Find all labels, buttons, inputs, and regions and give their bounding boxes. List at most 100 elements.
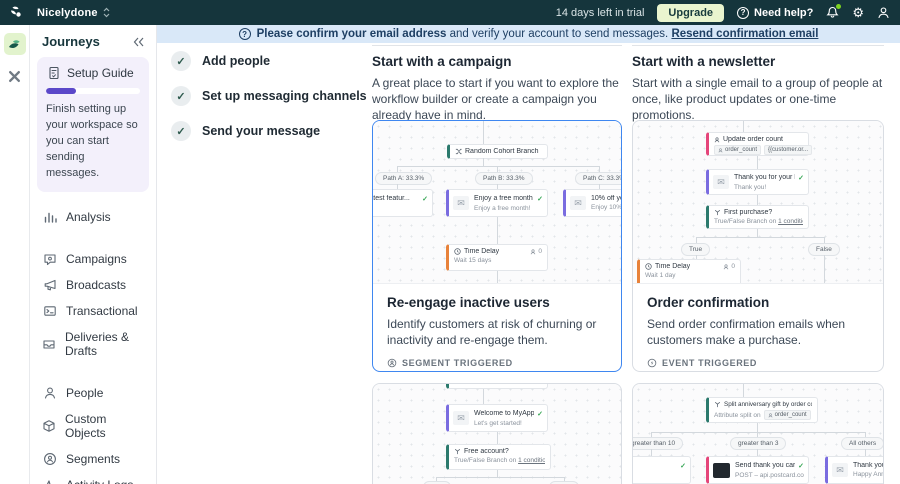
- workflow-preview: Split anniversary gift by order count At…: [633, 384, 883, 484]
- trial-countdown: 14 days left in trial: [555, 6, 645, 19]
- sidebar-item-broadcasts[interactable]: Broadcasts: [30, 272, 156, 298]
- checklist-item-add-people[interactable]: ✓ Add people: [171, 51, 367, 71]
- node-subtitle: Wait 15 days: [454, 257, 492, 264]
- event-trigger-icon: [647, 358, 657, 368]
- node-subtitle: t's new!: [373, 205, 428, 212]
- column-description: Start with a single email to a group of …: [632, 76, 883, 123]
- attribute-name: order_count: [725, 147, 758, 153]
- sidebar-item-label: Custom Objects: [65, 411, 107, 440]
- email-icon: ✉: [453, 196, 469, 210]
- workspace-caret-icon: [103, 7, 110, 18]
- confirm-email-banner: ? Please confirm your email address and …: [157, 25, 900, 43]
- setup-guide-card[interactable]: Setup Guide Finish setting up your works…: [37, 57, 149, 192]
- sidebar-title: Journeys: [42, 34, 100, 49]
- help-icon: ?: [737, 6, 750, 19]
- node-subtitle: Let's get started!: [474, 419, 522, 427]
- sent-check-icon: ✓: [680, 462, 686, 470]
- branch-icon: [714, 401, 721, 408]
- branch-icon: [454, 448, 461, 455]
- check-icon: ✓: [171, 86, 191, 106]
- sidebar-item-deliveries-drafts[interactable]: Deliveries & Drafts: [30, 324, 156, 364]
- split-pill: All others: [841, 437, 883, 450]
- main-content: ? Please confirm your email address and …: [157, 25, 900, 484]
- sidebar-nav: Analysis Campaigns Broadcasts Transactio…: [30, 202, 156, 484]
- branch-condition-link: 1 condition: [518, 457, 545, 464]
- need-help-button[interactable]: ? Need help?: [737, 6, 814, 19]
- app-logo[interactable]: [0, 0, 30, 25]
- need-help-label: Need help?: [754, 6, 814, 19]
- branch-condition-link: 1 condition: [778, 218, 803, 225]
- inbox-icon: [42, 337, 56, 351]
- sidebar-item-custom-objects[interactable]: Custom Objects: [30, 406, 156, 446]
- email-icon: ✉: [713, 175, 729, 189]
- checklist-item-messaging-channels[interactable]: ✓ Set up messaging channels: [171, 86, 367, 106]
- node-title: First purchase?: [724, 209, 773, 216]
- workspace-selector[interactable]: Nicelydone: [30, 7, 110, 19]
- node-title: Enjoy a free month of acce...: [474, 195, 534, 202]
- sidebar-item-activity-logs[interactable]: Activity Logs: [30, 472, 156, 484]
- checklist-label: Set up messaging channels: [202, 89, 367, 103]
- column-description: A great place to start if you want to ex…: [372, 76, 619, 123]
- notification-dot: [836, 4, 842, 9]
- node-subtitle: Enjoy a free month!: [474, 204, 531, 212]
- attribute-chip: order_count: [763, 410, 811, 420]
- branch-sub-prefix: True/False Branch on: [454, 457, 519, 464]
- product-rail: [0, 25, 30, 484]
- sidebar-item-campaigns[interactable]: Campaigns: [30, 246, 156, 272]
- collapse-sidebar-icon[interactable]: [133, 37, 144, 47]
- person-attr-icon: [714, 136, 720, 143]
- sent-check-icon: ✓: [798, 174, 804, 182]
- random-branch-icon: [455, 148, 462, 155]
- top-bar: Nicelydone 14 days left in trial Upgrade…: [0, 0, 900, 25]
- node-subtitle: nniversary!: [633, 472, 686, 479]
- person-icon: [42, 386, 57, 400]
- segment-trigger-icon: [387, 358, 397, 368]
- split-prefix: Attribute split on: [714, 411, 761, 419]
- node-title: Welcome to MyApp: [474, 410, 535, 417]
- gear-icon: ⚙: [852, 5, 864, 20]
- upgrade-button[interactable]: Upgrade: [657, 3, 725, 22]
- banner-bold-text: Please confirm your email address: [256, 28, 447, 40]
- webhook-thumbnail: [713, 462, 730, 478]
- node-subtitle: Thank you!: [734, 183, 767, 191]
- notifications-button[interactable]: [826, 4, 842, 19]
- attribute-value-chip: {{customer.or...: [764, 145, 813, 155]
- path-pill: Path C: 33.3%: [575, 172, 621, 185]
- sidebar-item-transactional[interactable]: Transactional: [30, 298, 156, 324]
- node-subtitle: Wait 1 day: [645, 272, 676, 279]
- node-title: Time Delay: [464, 248, 500, 255]
- template-card-welcome-series[interactable]: ✉ Welcome to MyApp ✓ Let's get started! F…: [372, 383, 622, 484]
- email-icon: ✉: [570, 196, 586, 210]
- rail-item-journeys[interactable]: [3, 33, 26, 55]
- template-card-order-confirmation[interactable]: Update order count order_count {{custome…: [632, 120, 884, 372]
- card-title: Order confirmation: [647, 295, 770, 310]
- split-pill: greater than 10: [633, 437, 684, 450]
- resend-confirmation-link[interactable]: Resend confirmation email: [671, 28, 818, 40]
- account-button[interactable]: [877, 6, 890, 19]
- settings-button[interactable]: ⚙: [852, 6, 864, 19]
- template-card-reengage[interactable]: Random Cohort Branch Path A: 33.3% Path …: [372, 120, 622, 372]
- sidebar-item-analysis[interactable]: Analysis: [30, 204, 156, 230]
- workflow-preview: Update order count order_count {{custome…: [633, 121, 883, 284]
- node-subtitle: Happy Annive...: [853, 471, 883, 478]
- card-tag: Event triggered: [662, 358, 758, 369]
- sent-check-icon: ✓: [422, 195, 428, 203]
- banner-rest-text: and verify your account to send messages…: [446, 28, 672, 40]
- template-card-anniversary-gift[interactable]: Split anniversary gift by order count At…: [632, 383, 884, 484]
- sidebar-item-label: Broadcasts: [66, 277, 127, 292]
- node-title: Time Delay: [655, 263, 691, 270]
- checklist-item-send-message[interactable]: ✓ Send your message: [171, 121, 367, 141]
- node-title: Update order count: [723, 136, 783, 143]
- workspace-name: Nicelydone: [37, 6, 98, 19]
- sidebar-item-label: Activity Logs: [66, 478, 133, 484]
- path-pill: Path B: 33.3%: [475, 172, 533, 185]
- segment-icon: [42, 452, 57, 466]
- clock-icon: [454, 248, 461, 255]
- sidebar-item-segments[interactable]: Segments: [30, 446, 156, 472]
- node-title: Thank you for your Purcha...: [734, 174, 795, 181]
- banner-text: Please confirm your email address and ve…: [257, 28, 819, 40]
- setup-progress-fill: [46, 88, 77, 94]
- checklist-label: Send your message: [202, 124, 321, 138]
- rail-item-data-pipelines[interactable]: [4, 65, 26, 87]
- sidebar-item-people[interactable]: People: [30, 380, 156, 406]
